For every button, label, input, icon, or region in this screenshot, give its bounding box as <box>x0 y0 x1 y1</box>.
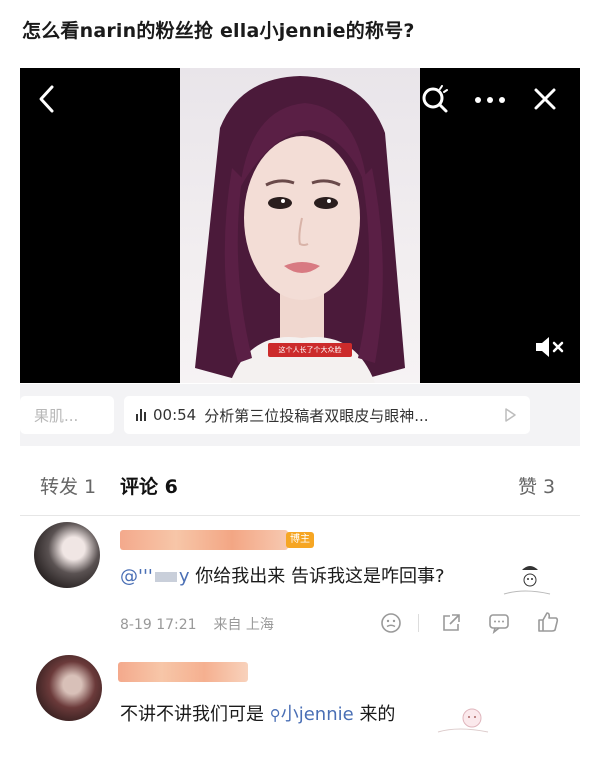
comment-time: 8-19 17:21 <box>120 617 197 633</box>
comment-tabs: 转发 1 评论 6 赞 3 <box>20 472 580 506</box>
tab-repost[interactable]: 转发 1 <box>40 472 96 499</box>
avatar[interactable] <box>34 522 100 588</box>
comment-text: @''' y 你给我出来 告诉我这是咋回事? <box>120 566 445 587</box>
sticker-image <box>494 560 554 604</box>
related-video-title: 分析第三位投稿者双眼皮与眼神... <box>204 406 429 425</box>
related-video-prev-label: 果肌... <box>34 406 79 425</box>
reply-icon[interactable] <box>488 612 510 634</box>
tab-likes[interactable]: 赞 3 <box>518 472 555 499</box>
video-subtitle: 这个人长了个大众脸 <box>268 343 352 357</box>
author-badge: 博主 <box>286 532 314 548</box>
comment-meta: 8-19 17:21 来自 上海 <box>120 614 274 634</box>
comment-text: 不讲不讲我们可是 ⚲小jennie 来的 <box>120 704 396 725</box>
play-icon <box>505 408 516 422</box>
related-videos-strip: 果肌... 00:54 分析第三位投稿者双眼皮与眼神... <box>20 384 580 446</box>
chevron-left-icon[interactable] <box>32 82 60 116</box>
more-dots-icon[interactable] <box>472 86 508 114</box>
tab-divider <box>20 515 580 516</box>
speaker-mute-icon[interactable] <box>532 332 566 362</box>
topic-mention-link[interactable]: ⚲小jennie <box>270 704 354 725</box>
comment-location: 来自 上海 <box>213 617 274 633</box>
sticker-image <box>432 702 492 742</box>
tab-comments[interactable]: 评论 6 <box>120 472 178 499</box>
search-icon[interactable] <box>419 84 451 116</box>
post-title: 怎么看narin的粉丝抢 ella小jennie的称号? <box>22 20 415 42</box>
commenter-name-blurred[interactable] <box>118 662 248 682</box>
related-video-chip-next[interactable] <box>490 396 530 434</box>
video-frame-portrait <box>180 68 420 383</box>
close-icon[interactable] <box>530 84 560 114</box>
avatar[interactable] <box>36 655 102 721</box>
video-player[interactable]: 这个人长了个大众脸 <box>20 68 580 383</box>
mention-link[interactable]: @''' y <box>120 566 190 587</box>
like-icon[interactable] <box>536 610 560 634</box>
action-divider <box>418 614 419 632</box>
related-video-duration: 00:54 <box>153 406 197 424</box>
related-video-chip-current[interactable]: 00:54 分析第三位投稿者双眼皮与眼神... <box>124 396 504 434</box>
share-icon[interactable] <box>440 612 462 634</box>
commenter-name-blurred[interactable] <box>120 530 288 550</box>
audio-bars-icon <box>136 409 146 421</box>
related-video-chip-prev[interactable]: 果肌... <box>20 396 114 434</box>
emoji-icon[interactable] <box>380 612 402 634</box>
